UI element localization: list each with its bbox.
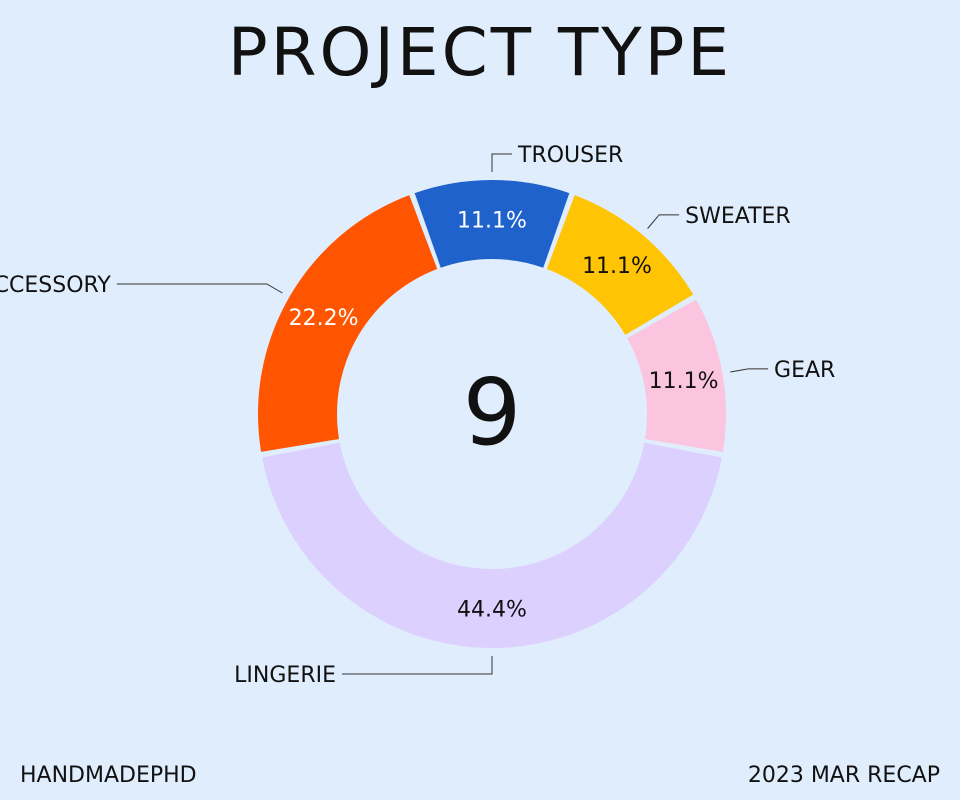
percent-label-trouser: 11.1% xyxy=(457,209,527,234)
category-label-sweater: SWEATER xyxy=(685,204,791,229)
leader-line-sweater xyxy=(647,214,680,229)
center-total-label: 9 xyxy=(463,359,522,466)
leader-line-accessory xyxy=(116,283,283,294)
leader-line-gear xyxy=(730,368,769,373)
category-label-lingerie: LINGERIE xyxy=(234,663,336,688)
category-label-accessory: ACCESSORY xyxy=(0,273,111,298)
donut-chart: 11.1% GEAR 11.1% SWEATER 11.1% TROUSER 22.2% AC… xyxy=(0,143,835,688)
footer-period: 2023 MAR RECAP xyxy=(747,763,940,788)
percent-label-gear: 11.1% xyxy=(649,369,719,394)
percent-label-accessory: 22.2% xyxy=(289,306,359,331)
percent-label-sweater: 11.1% xyxy=(582,254,652,279)
category-label-gear: GEAR xyxy=(774,358,835,383)
leader-line-trouser xyxy=(491,153,512,172)
footer-brand: HANDMADEPHD xyxy=(20,763,197,788)
category-label-trouser: TROUSER xyxy=(517,143,623,168)
percent-label-lingerie: 44.4% xyxy=(457,598,527,623)
leader-line-lingerie xyxy=(342,656,493,675)
